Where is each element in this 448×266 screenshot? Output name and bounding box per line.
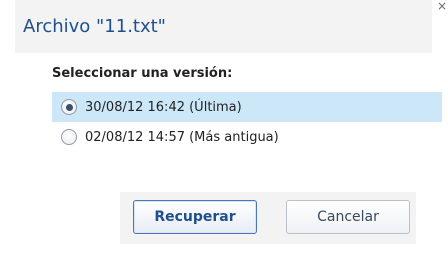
version-option-label: 02/08/12 14:57 (Más antigua): [85, 129, 279, 145]
radio-checked-icon[interactable]: [61, 99, 77, 115]
cancel-button[interactable]: Cancelar: [286, 200, 410, 234]
version-dialog: Archivo "11.txt" × Seleccionar una versi…: [0, 0, 448, 266]
radio-unchecked-icon[interactable]: [61, 129, 77, 145]
dialog-title: Archivo "11.txt": [23, 16, 166, 37]
version-option-label: 30/08/12 16:42 (Última): [85, 99, 242, 115]
section-label: Seleccionar una versión:: [52, 66, 233, 81]
version-option-latest[interactable]: 30/08/12 16:42 (Última): [52, 92, 442, 122]
close-icon[interactable]: ×: [437, 0, 448, 14]
recover-button[interactable]: Recuperar: [133, 200, 257, 234]
version-option-oldest[interactable]: 02/08/12 14:57 (Más antigua): [52, 122, 442, 152]
